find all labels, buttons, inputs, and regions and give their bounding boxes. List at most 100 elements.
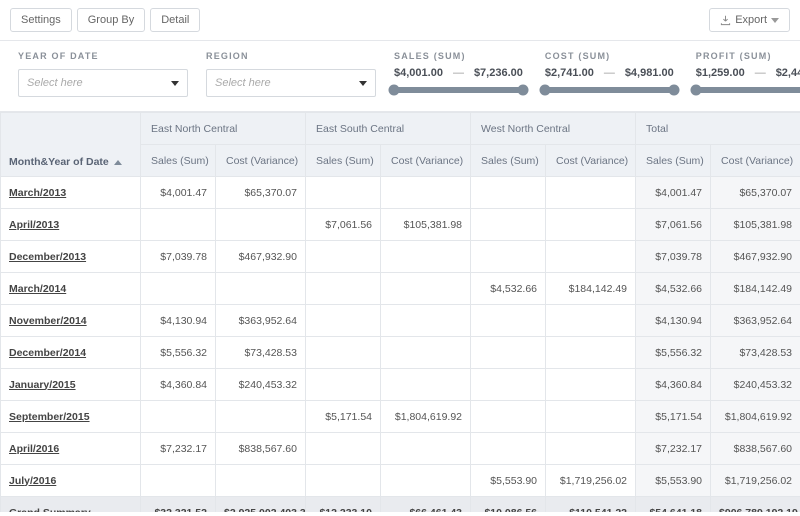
cell xyxy=(471,369,546,401)
range-dash: — xyxy=(453,67,464,79)
slider-handle-min[interactable] xyxy=(389,85,400,96)
cell: $110,541.22 xyxy=(546,497,636,513)
cell: $7,039.78 xyxy=(636,241,711,273)
cell xyxy=(546,305,636,337)
cell xyxy=(306,337,381,369)
top-toolbar: Settings Group By Detail Export xyxy=(0,0,800,41)
cell: $105,381.98 xyxy=(381,209,471,241)
cell xyxy=(381,305,471,337)
col-group-header[interactable]: Total xyxy=(636,113,800,145)
profit-range-min: $1,259.00 xyxy=(696,67,745,79)
cell: $240,453.32 xyxy=(711,369,800,401)
row-label[interactable]: December/2014 xyxy=(1,337,141,369)
detail-button[interactable]: Detail xyxy=(150,8,200,32)
cell xyxy=(306,241,381,273)
row-label[interactable]: November/2014 xyxy=(1,305,141,337)
range-dash: — xyxy=(755,67,766,79)
col-group-header[interactable]: East North Central xyxy=(141,113,306,145)
row-label[interactable]: December/2013 xyxy=(1,241,141,273)
col-sub-header[interactable]: Sales (Sum) xyxy=(471,145,546,177)
cell xyxy=(381,465,471,497)
cell xyxy=(141,209,216,241)
cell: $7,061.56 xyxy=(636,209,711,241)
cell: $4,532.66 xyxy=(636,273,711,305)
slider-handle-min[interactable] xyxy=(690,85,701,96)
cell xyxy=(306,433,381,465)
cell: $73,428.53 xyxy=(216,337,306,369)
col-group-header[interactable]: West North Central xyxy=(471,113,636,145)
col-sub-header[interactable]: Cost (Variance) xyxy=(546,145,636,177)
export-button[interactable]: Export xyxy=(709,8,790,32)
cell: $12,233.10 xyxy=(306,497,381,513)
cell xyxy=(306,177,381,209)
chevron-down-icon xyxy=(171,81,179,86)
region-select[interactable]: Select here xyxy=(206,69,376,97)
cell xyxy=(471,401,546,433)
profit-slider[interactable] xyxy=(696,87,800,93)
profit-range-max: $2,444.00 xyxy=(776,67,800,79)
slider-group: SALES (SUM) $4,001.00 — $7,236.00 COST (… xyxy=(394,51,800,93)
cell: $105,381.98 xyxy=(711,209,800,241)
pivot-table: Month&Year of Date East North Central Ea… xyxy=(0,112,800,512)
year-select[interactable]: Select here xyxy=(18,69,188,97)
cell xyxy=(381,433,471,465)
slider-handle-max[interactable] xyxy=(668,85,679,96)
export-label: Export xyxy=(735,14,767,26)
col-sub-header[interactable]: Cost (Variance) xyxy=(711,145,800,177)
cell xyxy=(471,177,546,209)
cost-slider-label: COST (SUM) xyxy=(545,51,674,61)
pivot-table-wrap[interactable]: Month&Year of Date East North Central Ea… xyxy=(0,112,800,512)
group-by-button[interactable]: Group By xyxy=(77,8,145,32)
sort-asc-icon xyxy=(114,160,122,165)
cell: $7,232.17 xyxy=(141,433,216,465)
cell xyxy=(216,401,306,433)
row-label[interactable]: April/2016 xyxy=(1,433,141,465)
cell xyxy=(381,369,471,401)
cell xyxy=(546,241,636,273)
col-group-header[interactable]: East South Central xyxy=(306,113,471,145)
cell: $4,130.94 xyxy=(141,305,216,337)
row-label[interactable]: March/2013 xyxy=(1,177,141,209)
slider-handle-max[interactable] xyxy=(517,85,528,96)
cell: $4,360.84 xyxy=(141,369,216,401)
profit-slider-label: PROFIT (SUM) xyxy=(696,51,800,61)
cell: $1,719,256.02 xyxy=(546,465,636,497)
row-label[interactable]: September/2015 xyxy=(1,401,141,433)
cell: $363,952.64 xyxy=(711,305,800,337)
cell: $467,932.90 xyxy=(711,241,800,273)
cell: $5,553.90 xyxy=(636,465,711,497)
cell xyxy=(546,369,636,401)
cell xyxy=(216,465,306,497)
row-label[interactable]: March/2014 xyxy=(1,273,141,305)
slider-handle-min[interactable] xyxy=(539,85,550,96)
cell: $32,321.52 xyxy=(141,497,216,513)
cell xyxy=(546,209,636,241)
sales-range-max: $7,236.00 xyxy=(474,67,523,79)
cost-range-max: $4,981.00 xyxy=(625,67,674,79)
cell xyxy=(471,433,546,465)
cell: $7,039.78 xyxy=(141,241,216,273)
cell: $1,719,256.02 xyxy=(711,465,800,497)
row-label[interactable]: July/2016 xyxy=(1,465,141,497)
col-sub-header[interactable]: Sales (Sum) xyxy=(141,145,216,177)
sales-range-min: $4,001.00 xyxy=(394,67,443,79)
cell xyxy=(471,337,546,369)
row-dimension-header[interactable]: Month&Year of Date xyxy=(1,113,141,177)
cell: $66,461.43 xyxy=(381,497,471,513)
settings-button[interactable]: Settings xyxy=(10,8,72,32)
col-sub-header[interactable]: Cost (Variance) xyxy=(216,145,306,177)
cell xyxy=(546,337,636,369)
region-filter-label: REGION xyxy=(206,51,376,61)
cell xyxy=(306,273,381,305)
col-sub-header[interactable]: Sales (Sum) xyxy=(636,145,711,177)
row-label[interactable]: January/2015 xyxy=(1,369,141,401)
row-label[interactable]: April/2013 xyxy=(1,209,141,241)
cell xyxy=(381,241,471,273)
col-sub-header[interactable]: Cost (Variance) xyxy=(381,145,471,177)
sales-slider[interactable] xyxy=(394,87,523,93)
col-sub-header[interactable]: Sales (Sum) xyxy=(306,145,381,177)
cell xyxy=(306,305,381,337)
cell: $184,142.49 xyxy=(711,273,800,305)
chevron-down-icon xyxy=(771,18,779,23)
cost-slider[interactable] xyxy=(545,87,674,93)
